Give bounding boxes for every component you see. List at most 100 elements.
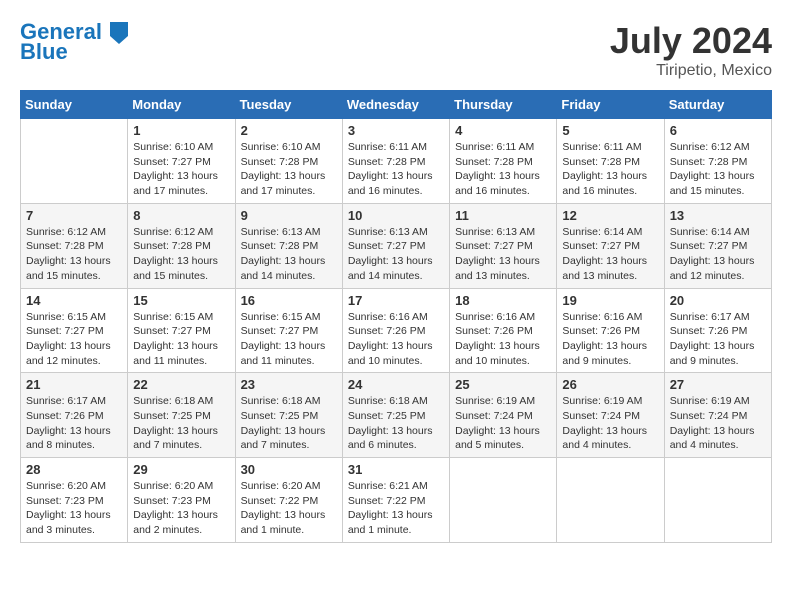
- header-day-monday: Monday: [128, 91, 235, 119]
- calendar-cell: 24 Sunrise: 6:18 AM Sunset: 7:25 PM Dayli…: [342, 373, 449, 458]
- day-number: 30: [241, 462, 337, 477]
- month-year: July 2024: [610, 20, 772, 62]
- calendar-cell: 31 Sunrise: 6:21 AM Sunset: 7:22 PM Dayli…: [342, 458, 449, 543]
- day-info: Sunrise: 6:13 AM Sunset: 7:27 PM Dayligh…: [455, 225, 551, 284]
- day-number: 8: [133, 208, 229, 223]
- calendar-cell: 22 Sunrise: 6:18 AM Sunset: 7:25 PM Dayli…: [128, 373, 235, 458]
- calendar-cell: [557, 458, 664, 543]
- day-info: Sunrise: 6:17 AM Sunset: 7:26 PM Dayligh…: [26, 394, 122, 453]
- day-number: 7: [26, 208, 122, 223]
- calendar-cell: 30 Sunrise: 6:20 AM Sunset: 7:22 PM Dayli…: [235, 458, 342, 543]
- day-info: Sunrise: 6:18 AM Sunset: 7:25 PM Dayligh…: [133, 394, 229, 453]
- day-info: Sunrise: 6:19 AM Sunset: 7:24 PM Dayligh…: [670, 394, 766, 453]
- day-number: 13: [670, 208, 766, 223]
- day-number: 4: [455, 123, 551, 138]
- day-number: 15: [133, 293, 229, 308]
- day-info: Sunrise: 6:14 AM Sunset: 7:27 PM Dayligh…: [562, 225, 658, 284]
- calendar-cell: [664, 458, 771, 543]
- calendar-cell: 2Sunrise: 6:10 AM Sunset: 7:28 PM Daylig…: [235, 119, 342, 204]
- calendar-table: SundayMondayTuesdayWednesdayThursdayFrid…: [20, 90, 772, 543]
- day-number: 9: [241, 208, 337, 223]
- page-header: General Blue July 2024 Tiripetio, Mexico: [20, 20, 772, 80]
- calendar-cell: 19 Sunrise: 6:16 AM Sunset: 7:26 PM Dayli…: [557, 288, 664, 373]
- day-info: Sunrise: 6:13 AM Sunset: 7:27 PM Dayligh…: [348, 225, 444, 284]
- title-block: July 2024 Tiripetio, Mexico: [610, 20, 772, 80]
- week-row-4: 21 Sunrise: 6:17 AM Sunset: 7:26 PM Dayli…: [21, 373, 772, 458]
- week-row-3: 14 Sunrise: 6:15 AM Sunset: 7:27 PM Dayli…: [21, 288, 772, 373]
- calendar-cell: 16 Sunrise: 6:15 AM Sunset: 7:27 PM Dayli…: [235, 288, 342, 373]
- day-info: Sunrise: 6:11 AM Sunset: 7:28 PM Dayligh…: [348, 140, 444, 199]
- calendar-cell: 18 Sunrise: 6:16 AM Sunset: 7:26 PM Dayli…: [450, 288, 557, 373]
- day-info: Sunrise: 6:18 AM Sunset: 7:25 PM Dayligh…: [241, 394, 337, 453]
- calendar-cell: 4 Sunrise: 6:11 AM Sunset: 7:28 PM Daylig…: [450, 119, 557, 204]
- day-number: 21: [26, 377, 122, 392]
- calendar-cell: 11Sunrise: 6:13 AM Sunset: 7:27 PM Dayli…: [450, 203, 557, 288]
- day-info: Sunrise: 6:14 AM Sunset: 7:27 PM Dayligh…: [670, 225, 766, 284]
- calendar-cell: 29Sunrise: 6:20 AM Sunset: 7:23 PM Dayli…: [128, 458, 235, 543]
- calendar-cell: 14 Sunrise: 6:15 AM Sunset: 7:27 PM Dayli…: [21, 288, 128, 373]
- day-number: 5: [562, 123, 658, 138]
- day-number: 31: [348, 462, 444, 477]
- day-number: 10: [348, 208, 444, 223]
- calendar-cell: 25Sunrise: 6:19 AM Sunset: 7:24 PM Dayli…: [450, 373, 557, 458]
- calendar-cell: 7 Sunrise: 6:12 AM Sunset: 7:28 PM Daylig…: [21, 203, 128, 288]
- day-info: Sunrise: 6:12 AM Sunset: 7:28 PM Dayligh…: [133, 225, 229, 284]
- calendar-cell: 1Sunrise: 6:10 AM Sunset: 7:27 PM Daylig…: [128, 119, 235, 204]
- week-row-5: 28 Sunrise: 6:20 AM Sunset: 7:23 PM Dayli…: [21, 458, 772, 543]
- week-row-2: 7 Sunrise: 6:12 AM Sunset: 7:28 PM Daylig…: [21, 203, 772, 288]
- day-info: Sunrise: 6:16 AM Sunset: 7:26 PM Dayligh…: [455, 310, 551, 369]
- day-info: Sunrise: 6:12 AM Sunset: 7:28 PM Dayligh…: [670, 140, 766, 199]
- header-day-friday: Friday: [557, 91, 664, 119]
- day-number: 17: [348, 293, 444, 308]
- day-number: 28: [26, 462, 122, 477]
- calendar-cell: 21 Sunrise: 6:17 AM Sunset: 7:26 PM Dayli…: [21, 373, 128, 458]
- day-info: Sunrise: 6:15 AM Sunset: 7:27 PM Dayligh…: [241, 310, 337, 369]
- calendar-cell: 27Sunrise: 6:19 AM Sunset: 7:24 PM Dayli…: [664, 373, 771, 458]
- calendar-cell: 3 Sunrise: 6:11 AM Sunset: 7:28 PM Daylig…: [342, 119, 449, 204]
- day-number: 22: [133, 377, 229, 392]
- day-info: Sunrise: 6:16 AM Sunset: 7:26 PM Dayligh…: [562, 310, 658, 369]
- day-info: Sunrise: 6:17 AM Sunset: 7:26 PM Dayligh…: [670, 310, 766, 369]
- day-number: 12: [562, 208, 658, 223]
- day-number: 19: [562, 293, 658, 308]
- calendar-body: 1Sunrise: 6:10 AM Sunset: 7:27 PM Daylig…: [21, 119, 772, 543]
- day-info: Sunrise: 6:10 AM Sunset: 7:27 PM Dayligh…: [133, 140, 229, 199]
- day-number: 2: [241, 123, 337, 138]
- calendar-cell: 8 Sunrise: 6:12 AM Sunset: 7:28 PM Daylig…: [128, 203, 235, 288]
- header-day-wednesday: Wednesday: [342, 91, 449, 119]
- day-number: 14: [26, 293, 122, 308]
- day-number: 16: [241, 293, 337, 308]
- calendar-cell: 9 Sunrise: 6:13 AM Sunset: 7:28 PM Daylig…: [235, 203, 342, 288]
- calendar-cell: 26 Sunrise: 6:19 AM Sunset: 7:24 PM Dayli…: [557, 373, 664, 458]
- day-info: Sunrise: 6:20 AM Sunset: 7:23 PM Dayligh…: [26, 479, 122, 538]
- day-info: Sunrise: 6:12 AM Sunset: 7:28 PM Dayligh…: [26, 225, 122, 284]
- header-day-sunday: Sunday: [21, 91, 128, 119]
- day-number: 3: [348, 123, 444, 138]
- day-info: Sunrise: 6:19 AM Sunset: 7:24 PM Dayligh…: [562, 394, 658, 453]
- location: Tiripetio, Mexico: [610, 62, 772, 80]
- day-number: 6: [670, 123, 766, 138]
- calendar-cell: 17Sunrise: 6:16 AM Sunset: 7:26 PM Dayli…: [342, 288, 449, 373]
- calendar-cell: 6 Sunrise: 6:12 AM Sunset: 7:28 PM Daylig…: [664, 119, 771, 204]
- calendar-cell: 13 Sunrise: 6:14 AM Sunset: 7:27 PM Dayli…: [664, 203, 771, 288]
- week-row-1: 1Sunrise: 6:10 AM Sunset: 7:27 PM Daylig…: [21, 119, 772, 204]
- day-info: Sunrise: 6:18 AM Sunset: 7:25 PM Dayligh…: [348, 394, 444, 453]
- header-row: SundayMondayTuesdayWednesdayThursdayFrid…: [21, 91, 772, 119]
- day-number: 18: [455, 293, 551, 308]
- day-info: Sunrise: 6:21 AM Sunset: 7:22 PM Dayligh…: [348, 479, 444, 538]
- calendar-cell: 10 Sunrise: 6:13 AM Sunset: 7:27 PM Dayli…: [342, 203, 449, 288]
- day-info: Sunrise: 6:20 AM Sunset: 7:22 PM Dayligh…: [241, 479, 337, 538]
- day-number: 26: [562, 377, 658, 392]
- day-info: Sunrise: 6:13 AM Sunset: 7:28 PM Dayligh…: [241, 225, 337, 284]
- header-day-thursday: Thursday: [450, 91, 557, 119]
- logo: General Blue: [20, 20, 128, 64]
- day-number: 23: [241, 377, 337, 392]
- calendar-cell: 28 Sunrise: 6:20 AM Sunset: 7:23 PM Dayli…: [21, 458, 128, 543]
- day-info: Sunrise: 6:15 AM Sunset: 7:27 PM Dayligh…: [26, 310, 122, 369]
- calendar-cell: [21, 119, 128, 204]
- day-info: Sunrise: 6:19 AM Sunset: 7:24 PM Dayligh…: [455, 394, 551, 453]
- day-number: 29: [133, 462, 229, 477]
- day-info: Sunrise: 6:11 AM Sunset: 7:28 PM Dayligh…: [455, 140, 551, 199]
- day-info: Sunrise: 6:15 AM Sunset: 7:27 PM Dayligh…: [133, 310, 229, 369]
- day-number: 24: [348, 377, 444, 392]
